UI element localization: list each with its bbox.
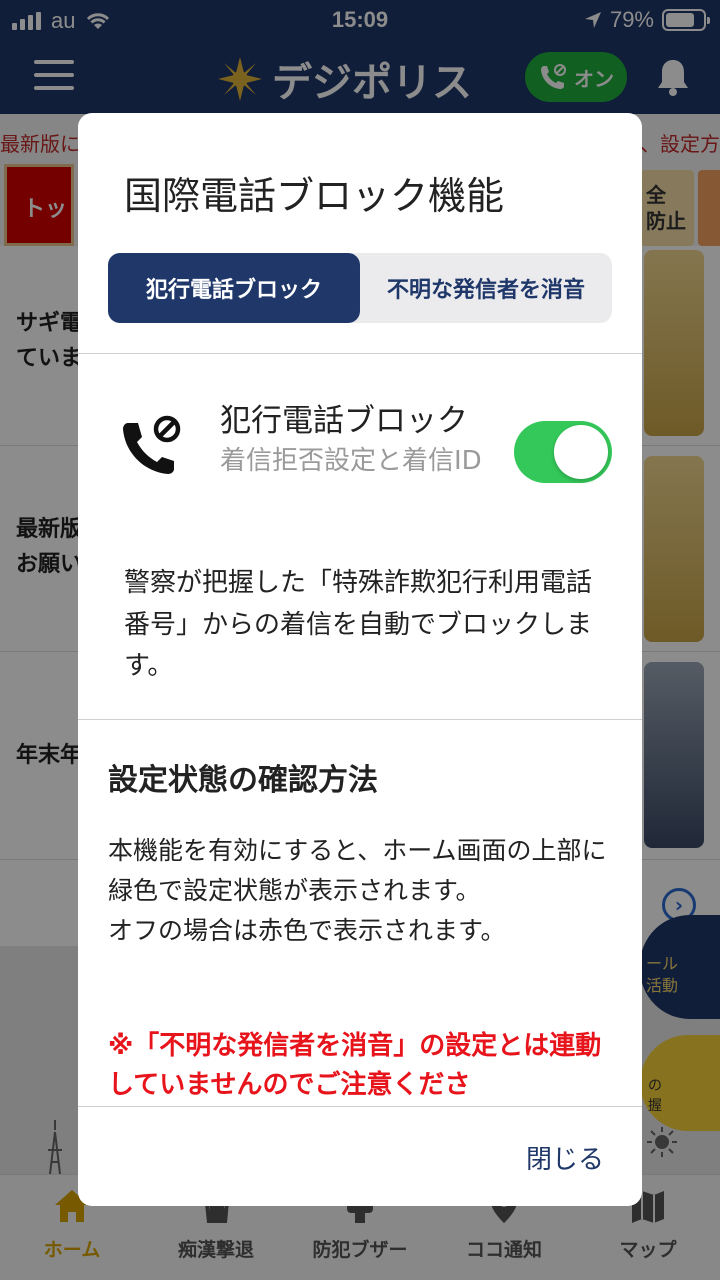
- app-screen: au 15:09 79% デジポリス オン 最新版に 、設定方 トッ 全 防止 …: [0, 0, 720, 1280]
- section-body: 本機能を有効にすると、ホーム画面の上部に緑色で設定状態が表示されます。 オフの場…: [108, 836, 607, 945]
- criminal-call-block-toggle[interactable]: [514, 421, 612, 483]
- international-call-block-dialog: 国際電話ブロック機能 犯行電話ブロック 不明な発信者を消音 犯行電話ブロック 着…: [78, 113, 642, 1206]
- row-title: 犯行電話ブロック: [220, 403, 468, 439]
- section-heading: 設定状態の確認方法: [108, 763, 378, 798]
- warning-text: ※「不明な発信者を消音」の設定とは連動していませんのでご注意くださ: [108, 1031, 602, 1100]
- phone-block-icon: [123, 415, 181, 474]
- row-subtitle: 着信拒否設定と着信ID: [220, 446, 482, 476]
- segmented-control: 犯行電話ブロック 不明な発信者を消音: [108, 253, 612, 323]
- segment-silence-unknown[interactable]: 不明な発信者を消音: [360, 253, 612, 323]
- segment-criminal-call-block[interactable]: 犯行電話ブロック: [108, 253, 360, 323]
- feature-description: 警察が把握した「特殊詐欺犯行利用電話番号」からの着信を自動でブロックします。: [124, 568, 593, 682]
- dialog-title: 国際電話ブロック機能: [124, 174, 505, 218]
- divider: [78, 353, 642, 354]
- close-button[interactable]: 閉じる: [526, 1139, 604, 1176]
- toggle-knob: [554, 425, 608, 479]
- divider: [78, 1106, 642, 1107]
- divider: [78, 719, 642, 720]
